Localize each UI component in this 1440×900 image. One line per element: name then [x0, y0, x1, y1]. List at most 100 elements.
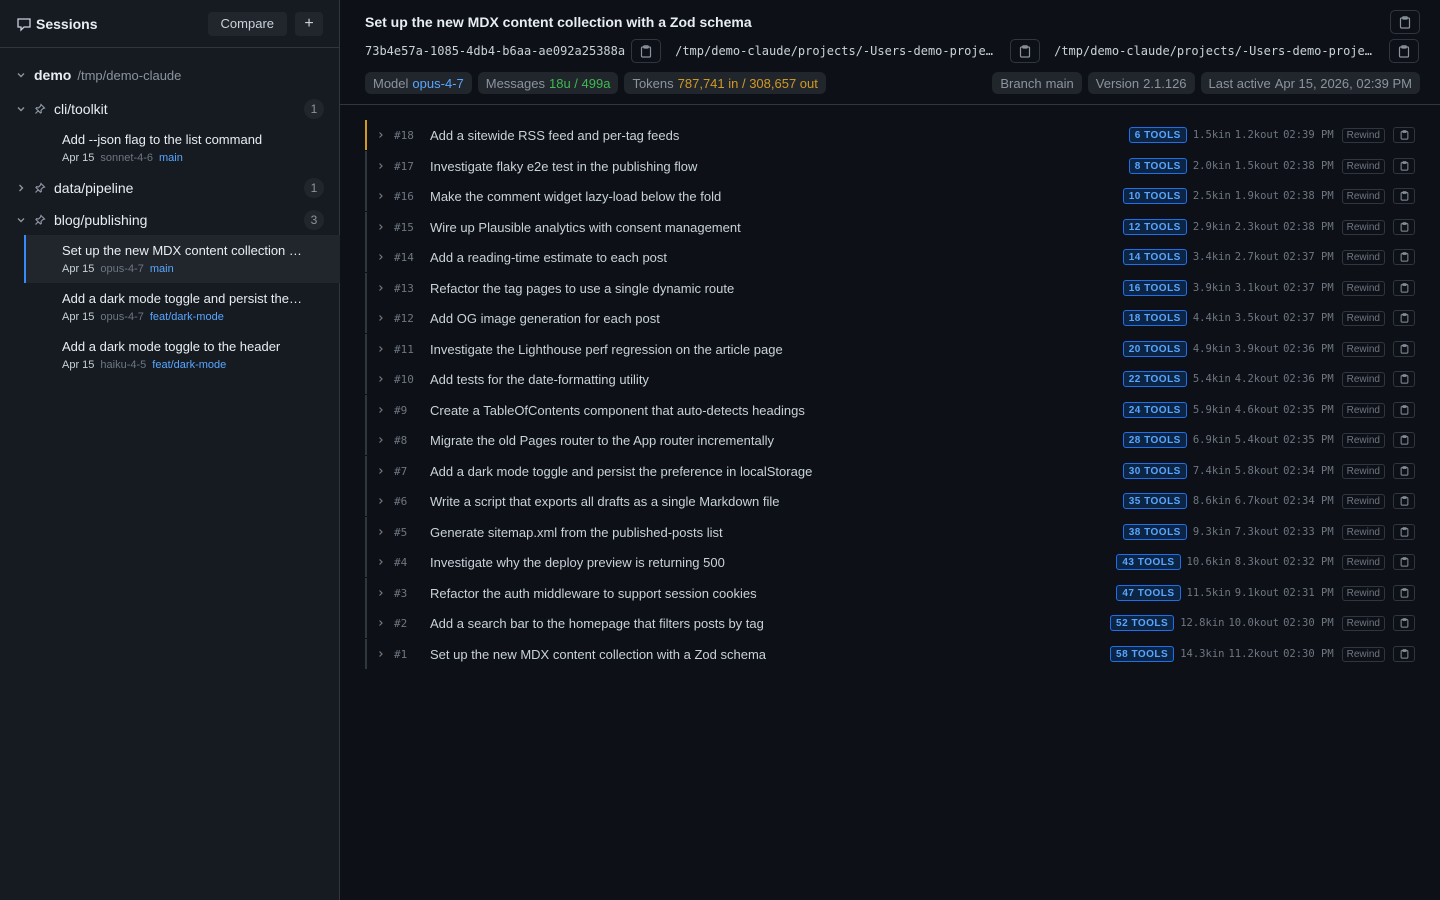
session-item[interactable]: Add a dark mode toggle to the header Apr… [24, 331, 340, 379]
copy-message-button[interactable] [1393, 554, 1415, 570]
chevron-right-icon[interactable] [377, 162, 385, 170]
tools-count-badge[interactable]: 30 TOOLS [1122, 463, 1187, 479]
message-row[interactable]: #13 Refactor the tag pages to use a singl… [365, 273, 1415, 303]
copy-message-button[interactable] [1393, 127, 1415, 143]
rewind-button[interactable]: Rewind [1341, 127, 1385, 143]
chevron-right-icon[interactable] [377, 192, 385, 200]
message-row[interactable]: #1 Set up the new MDX content collection … [365, 639, 1415, 669]
chevron-right-icon[interactable] [377, 253, 385, 261]
tools-count-badge[interactable]: 38 TOOLS [1122, 524, 1187, 540]
tools-count-badge[interactable]: 10 TOOLS [1122, 188, 1187, 204]
rewind-button[interactable]: Rewind [1341, 371, 1385, 387]
rewind-button[interactable]: Rewind [1341, 402, 1385, 418]
session-item-active[interactable]: Set up the new MDX content collection wi… [24, 235, 340, 283]
session-item[interactable]: Add a dark mode toggle and persist the p… [24, 283, 340, 331]
chevron-right-icon[interactable] [377, 497, 385, 505]
project-row[interactable]: demo /tmp/demo-claude [0, 61, 340, 89]
copy-message-button[interactable] [1393, 402, 1415, 418]
message-row[interactable]: #9 Create a TableOfContents component tha… [365, 395, 1415, 425]
copy-message-button[interactable] [1393, 158, 1415, 174]
rewind-button[interactable]: Rewind [1341, 585, 1385, 601]
session-item[interactable]: Add --json flag to the list command Apr … [24, 124, 340, 172]
copy-session-id-button[interactable] [631, 39, 662, 63]
copy-message-button[interactable] [1393, 310, 1415, 326]
tools-count-badge[interactable]: 43 TOOLS [1116, 554, 1181, 570]
rewind-button[interactable]: Rewind [1341, 646, 1385, 662]
copy-message-button[interactable] [1393, 280, 1415, 296]
tools-count-badge[interactable]: 47 TOOLS [1116, 585, 1181, 601]
rewind-button[interactable]: Rewind [1341, 432, 1385, 448]
message-row[interactable]: #10 Add tests for the date-formatting uti… [365, 364, 1415, 394]
rewind-button[interactable]: Rewind [1341, 249, 1385, 265]
tools-count-badge[interactable]: 20 TOOLS [1122, 341, 1187, 357]
message-row[interactable]: #7 Add a dark mode toggle and persist the… [365, 456, 1415, 486]
copy-message-button[interactable] [1393, 463, 1415, 479]
tools-count-badge[interactable]: 52 TOOLS [1110, 615, 1175, 631]
rewind-button[interactable]: Rewind [1341, 554, 1385, 570]
chevron-right-icon[interactable] [377, 406, 385, 414]
pin-icon[interactable] [34, 214, 46, 226]
tools-count-badge[interactable]: 14 TOOLS [1122, 249, 1187, 265]
message-row[interactable]: #15 Wire up Plausible analytics with cons… [365, 212, 1415, 242]
rewind-button[interactable]: Rewind [1341, 219, 1385, 235]
new-session-button[interactable]: + [295, 11, 323, 36]
group-row-data-pipeline[interactable]: data/pipeline 1 [0, 176, 340, 200]
chevron-right-icon[interactable] [377, 528, 385, 536]
group-row-cli-toolkit[interactable]: cli/toolkit 1 [0, 97, 340, 121]
tools-count-badge[interactable]: 8 TOOLS [1128, 158, 1187, 174]
rewind-button[interactable]: Rewind [1341, 188, 1385, 204]
copy-message-button[interactable] [1393, 432, 1415, 448]
message-row[interactable]: #16 Make the comment widget lazy-load bel… [365, 181, 1415, 211]
message-row[interactable]: #12 Add OG image generation for each post… [365, 303, 1415, 333]
chevron-right-icon[interactable] [377, 284, 385, 292]
chevron-right-icon[interactable] [377, 375, 385, 383]
tools-count-badge[interactable]: 58 TOOLS [1110, 646, 1175, 662]
chevron-right-icon[interactable] [377, 436, 385, 444]
chevron-right-icon[interactable] [377, 345, 385, 353]
copy-message-button[interactable] [1393, 249, 1415, 265]
group-row-blog-publishing[interactable]: blog/publishing 3 [0, 208, 340, 232]
chevron-right-icon[interactable] [377, 467, 385, 475]
copy-message-button[interactable] [1393, 188, 1415, 204]
copy-message-button[interactable] [1393, 371, 1415, 387]
chevron-right-icon[interactable] [377, 619, 385, 627]
message-row[interactable]: #18 Add a sitewide RSS feed and per-tag f… [365, 120, 1415, 150]
rewind-button[interactable]: Rewind [1341, 493, 1385, 509]
rewind-button[interactable]: Rewind [1341, 158, 1385, 174]
copy-message-button[interactable] [1393, 493, 1415, 509]
rewind-button[interactable]: Rewind [1341, 341, 1385, 357]
copy-project-dir-button[interactable] [1010, 39, 1041, 63]
copy-message-button[interactable] [1393, 524, 1415, 540]
message-row[interactable]: #8 Migrate the old Pages router to the Ap… [365, 425, 1415, 455]
chevron-right-icon[interactable] [377, 650, 385, 658]
message-row[interactable]: #2 Add a search bar to the homepage that … [365, 608, 1415, 638]
rewind-button[interactable]: Rewind [1341, 615, 1385, 631]
rewind-button[interactable]: Rewind [1341, 463, 1385, 479]
chevron-right-icon[interactable] [377, 314, 385, 322]
copy-message-button[interactable] [1393, 615, 1415, 631]
rewind-button[interactable]: Rewind [1341, 280, 1385, 296]
copy-title-button[interactable] [1390, 10, 1420, 34]
chevron-right-icon[interactable] [377, 589, 385, 597]
pin-icon[interactable] [34, 103, 46, 115]
copy-message-button[interactable] [1393, 219, 1415, 235]
copy-message-button[interactable] [1393, 341, 1415, 357]
message-row[interactable]: #4 Investigate why the deploy preview is … [365, 547, 1415, 577]
copy-message-button[interactable] [1393, 646, 1415, 662]
copy-session-file-button[interactable] [1389, 39, 1420, 63]
compare-button[interactable]: Compare [207, 11, 287, 36]
message-row[interactable]: #5 Generate sitemap.xml from the publishe… [365, 517, 1415, 547]
tools-count-badge[interactable]: 16 TOOLS [1122, 280, 1187, 296]
tools-count-badge[interactable]: 24 TOOLS [1122, 402, 1187, 418]
message-row[interactable]: #3 Refactor the auth middleware to suppor… [365, 578, 1415, 608]
message-row[interactable]: #6 Write a script that exports all drafts… [365, 486, 1415, 516]
message-row[interactable]: #11 Investigate the Lighthouse perf regre… [365, 334, 1415, 364]
rewind-button[interactable]: Rewind [1341, 524, 1385, 540]
pin-icon[interactable] [34, 182, 46, 194]
message-row[interactable]: #14 Add a reading-time estimate to each p… [365, 242, 1415, 272]
tools-count-badge[interactable]: 18 TOOLS [1122, 310, 1187, 326]
copy-message-button[interactable] [1393, 585, 1415, 601]
tools-count-badge[interactable]: 12 TOOLS [1122, 219, 1187, 235]
rewind-button[interactable]: Rewind [1341, 310, 1385, 326]
tools-count-badge[interactable]: 28 TOOLS [1122, 432, 1187, 448]
